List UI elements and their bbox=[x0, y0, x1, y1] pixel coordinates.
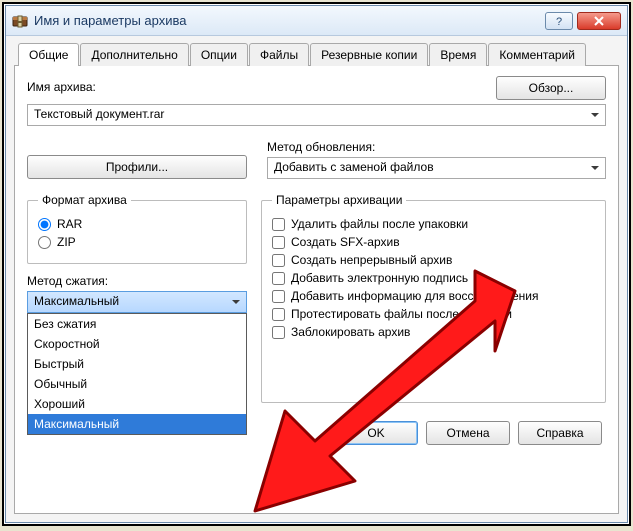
profiles-button[interactable]: Профили... bbox=[27, 155, 247, 179]
app-icon bbox=[12, 13, 28, 29]
param-sfx[interactable]: Создать SFX-архив bbox=[272, 235, 595, 249]
tab-time[interactable]: Время bbox=[429, 43, 487, 66]
help-button[interactable]: ? bbox=[545, 12, 573, 30]
param-lock[interactable]: Заблокировать архив bbox=[272, 325, 595, 339]
compression-option-best[interactable]: Максимальный bbox=[28, 414, 246, 434]
svg-text:?: ? bbox=[556, 16, 562, 27]
update-method-label: Метод обновления: bbox=[267, 140, 606, 154]
compression-value: Максимальный bbox=[34, 294, 119, 308]
cancel-button[interactable]: Отмена bbox=[426, 421, 510, 445]
update-method-select[interactable]: Добавить с заменой файлов bbox=[267, 157, 606, 179]
compression-select[interactable]: Максимальный bbox=[27, 291, 247, 313]
param-solid[interactable]: Создать непрерывный архив bbox=[272, 253, 595, 267]
compression-option-normal[interactable]: Обычный bbox=[28, 374, 246, 394]
tab-general[interactable]: Общие bbox=[18, 43, 79, 66]
compression-option-fast[interactable]: Быстрый bbox=[28, 354, 246, 374]
param-delete-after[interactable]: Удалить файлы после упаковки bbox=[272, 217, 595, 231]
compression-option-fastest[interactable]: Скоростной bbox=[28, 334, 246, 354]
params-group: Параметры архивации Удалить файлы после … bbox=[261, 193, 606, 403]
format-group: Формат архива RAR ZIP bbox=[27, 193, 247, 264]
close-button[interactable] bbox=[577, 12, 621, 30]
format-zip-radio[interactable] bbox=[38, 236, 51, 249]
tabstrip: Общие Дополнительно Опции Файлы Резервны… bbox=[18, 43, 619, 66]
param-sign[interactable]: Добавить электронную подпись bbox=[272, 271, 595, 285]
tab-advanced[interactable]: Дополнительно bbox=[80, 43, 188, 66]
params-legend: Параметры архивации bbox=[272, 193, 406, 207]
format-legend: Формат архива bbox=[38, 193, 131, 207]
compression-label: Метод сжатия: bbox=[27, 274, 247, 288]
archive-name-label: Имя архива: bbox=[27, 80, 96, 94]
help-footer-button[interactable]: Справка bbox=[518, 421, 602, 445]
tab-options[interactable]: Опции bbox=[190, 43, 248, 66]
archive-name-input[interactable]: Текстовый документ.rar bbox=[27, 104, 606, 126]
window-title: Имя и параметры архива bbox=[34, 13, 545, 28]
format-rar[interactable]: RAR bbox=[38, 217, 236, 231]
browse-button[interactable]: Обзор... bbox=[496, 76, 606, 100]
tab-comment[interactable]: Комментарий bbox=[488, 43, 586, 66]
param-recovery[interactable]: Добавить информацию для восстановления bbox=[272, 289, 595, 303]
param-test[interactable]: Протестировать файлы после упаковки bbox=[272, 307, 595, 321]
tab-files[interactable]: Файлы bbox=[249, 43, 309, 66]
compression-dropdown: Без сжатия Скоростной Быстрый Обычный Хо… bbox=[27, 313, 247, 435]
tab-panel-general: Имя архива: Обзор... Текстовый документ.… bbox=[14, 65, 619, 514]
compression-option-good[interactable]: Хороший bbox=[28, 394, 246, 414]
tab-backup[interactable]: Резервные копии bbox=[310, 43, 428, 66]
titlebar: Имя и параметры архива ? bbox=[6, 6, 627, 36]
update-method-value: Добавить с заменой файлов bbox=[274, 160, 434, 174]
format-zip[interactable]: ZIP bbox=[38, 235, 236, 249]
archive-name-value: Текстовый документ.rar bbox=[34, 107, 164, 121]
format-rar-radio[interactable] bbox=[38, 218, 51, 231]
ok-button[interactable]: OK bbox=[334, 421, 418, 445]
compression-option-none[interactable]: Без сжатия bbox=[28, 314, 246, 334]
